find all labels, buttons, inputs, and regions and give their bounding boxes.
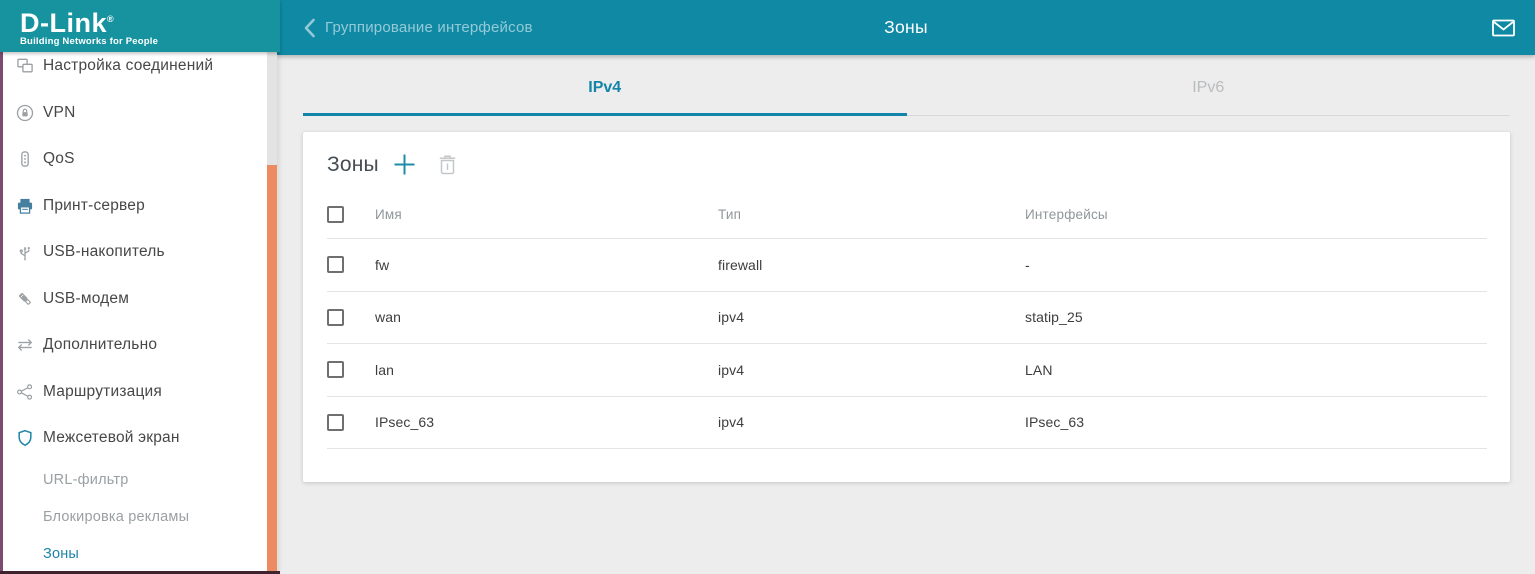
sidebar-item-label: USB-модем — [43, 290, 129, 308]
row-checkbox[interactable] — [327, 256, 344, 273]
sidebar-subitem-label: Блокировка рекламы — [43, 509, 189, 525]
sidebar-subitem-label: Зоны — [43, 546, 79, 562]
row-checkbox[interactable] — [327, 309, 344, 326]
sidebar-item-vpn[interactable]: VPN — [3, 90, 267, 137]
app-root: D-Link® Building Networks for People Нас… — [0, 0, 1535, 574]
card-header: Зоны — [303, 132, 1510, 191]
trash-icon — [439, 155, 456, 175]
envelope-icon — [1492, 19, 1515, 37]
row-checkbox[interactable] — [327, 361, 344, 378]
zone-interfaces: IPsec_63 — [1025, 414, 1487, 430]
usb-storage-icon — [15, 242, 35, 262]
row-checkbox[interactable] — [327, 414, 344, 431]
sidebar: D-Link® Building Networks for People Нас… — [0, 0, 277, 574]
zone-name: IPsec_63 — [375, 414, 718, 430]
registered-mark: ® — [107, 14, 114, 24]
sidebar-item-label: Дополнительно — [43, 336, 157, 354]
routing-icon — [15, 382, 35, 402]
usb-modem-icon — [15, 289, 35, 309]
vpn-icon — [15, 103, 35, 123]
back-button[interactable]: Группирование интерфейсов — [277, 18, 533, 38]
sidebar-subitem-zones[interactable]: Зоны — [3, 536, 267, 572]
main-area: Группирование интерфейсов Зоны IPv4 IPv6… — [277, 0, 1535, 574]
sidebar-item-firewall[interactable]: Межсетевой экран — [3, 415, 267, 462]
zone-name: wan — [375, 309, 718, 325]
brand-header: D-Link® Building Networks for People — [0, 0, 280, 52]
delete-zones-button[interactable] — [439, 155, 456, 175]
connections-icon — [15, 56, 35, 76]
zone-type: ipv4 — [718, 362, 1025, 378]
sidebar-item-connections[interactable]: Настройка соединений — [3, 52, 267, 90]
sidebar-item-advanced[interactable]: Дополнительно — [3, 322, 267, 369]
add-zone-button[interactable] — [393, 153, 416, 176]
sidebar-scrollbar-thumb[interactable] — [267, 165, 277, 574]
dlink-logo: D-Link® Building Networks for People — [20, 5, 280, 47]
zone-type: ipv4 — [718, 309, 1025, 325]
sidebar-item-routing[interactable]: Маршрутизация — [3, 369, 267, 416]
tab-ipv6[interactable]: IPv6 — [907, 55, 1511, 116]
brand-name: D-Link — [20, 8, 107, 38]
sidebar-item-label: Настройка соединений — [43, 57, 213, 75]
table-header-row: Имя Тип Интерфейсы — [327, 191, 1487, 239]
zone-name: fw — [375, 257, 718, 273]
zone-interfaces: - — [1025, 257, 1487, 273]
zone-interfaces: statip_25 — [1025, 309, 1487, 325]
zones-card: Зоны Имя Тип Интерфейсы — [303, 132, 1510, 482]
brand-tagline: Building Networks for People — [20, 36, 280, 47]
zone-interfaces: LAN — [1025, 362, 1487, 378]
notifications-button[interactable] — [1492, 19, 1535, 37]
sidebar-item-label: Маршрутизация — [43, 383, 162, 401]
qos-icon — [15, 149, 35, 169]
column-header-interfaces: Интерфейсы — [1025, 207, 1487, 222]
back-label: Группирование интерфейсов — [325, 19, 533, 36]
card-title: Зоны — [327, 153, 379, 177]
advanced-icon — [15, 335, 35, 355]
sidebar-item-label: Межсетевой экран — [43, 429, 180, 447]
tabs: IPv4 IPv6 — [303, 55, 1510, 116]
zone-type: firewall — [718, 257, 1025, 273]
print-server-icon — [15, 196, 35, 216]
sidebar-item-label: USB-накопитель — [43, 243, 165, 261]
sidebar-item-label: QoS — [43, 150, 75, 168]
tab-ipv4[interactable]: IPv4 — [303, 55, 907, 116]
sidebar-subitem-ad-blocking[interactable]: Блокировка рекламы — [3, 499, 267, 536]
sidebar-subitem-url-filter[interactable]: URL-фильтр — [3, 462, 267, 499]
topbar: Группирование интерфейсов Зоны — [277, 0, 1535, 55]
firewall-shield-icon — [15, 428, 35, 448]
sidebar-item-usb-modem[interactable]: USB-модем — [3, 276, 267, 323]
sidebar-subitem-label: URL-фильтр — [43, 472, 128, 488]
table-row[interactable]: IPsec_63 ipv4 IPsec_63 — [327, 397, 1487, 450]
sidebar-item-usb-storage[interactable]: USB-накопитель — [3, 229, 267, 276]
sidebar-item-qos[interactable]: QoS — [3, 136, 267, 183]
plus-icon — [393, 153, 416, 176]
sidebar-menu: Настройка соединений VPN QoS — [3, 52, 267, 571]
sidebar-scrollbar-track[interactable] — [267, 52, 277, 574]
column-header-type: Тип — [718, 207, 1025, 222]
zone-type: ipv4 — [718, 414, 1025, 430]
table-row[interactable]: fw firewall - — [327, 239, 1487, 292]
column-header-name: Имя — [375, 207, 718, 222]
sidebar-item-label: Принт-сервер — [43, 197, 145, 215]
select-all-checkbox[interactable] — [327, 206, 344, 223]
table-row[interactable]: lan ipv4 LAN — [327, 344, 1487, 397]
sidebar-item-print-server[interactable]: Принт-сервер — [3, 183, 267, 230]
chevron-left-icon — [303, 18, 316, 38]
zone-name: lan — [375, 362, 718, 378]
table-row[interactable]: wan ipv4 statip_25 — [327, 292, 1487, 345]
sidebar-item-label: VPN — [43, 104, 75, 122]
